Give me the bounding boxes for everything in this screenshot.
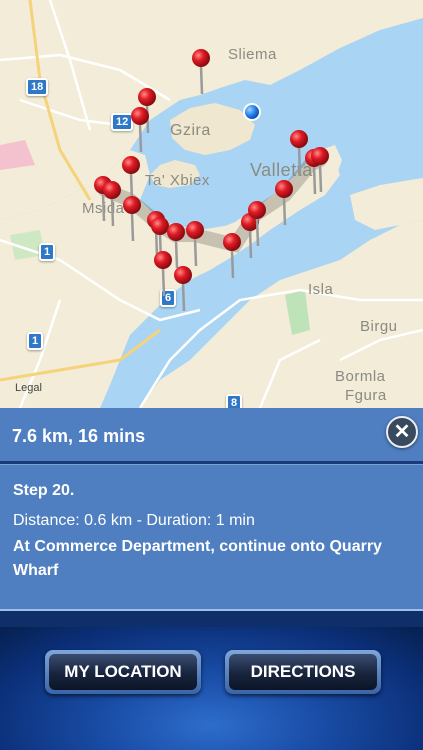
my-location-button[interactable]: MY LOCATION	[49, 654, 197, 690]
pin-needle	[297, 146, 302, 176]
pin-needle	[161, 267, 166, 297]
map-pin-icon[interactable]	[123, 196, 141, 214]
pin-needle	[181, 282, 186, 312]
map-pin-icon[interactable]	[311, 147, 329, 165]
pin-needle	[230, 249, 235, 279]
map-pin-icon[interactable]	[223, 233, 241, 251]
map-pin-icon[interactable]	[186, 221, 204, 239]
step-instruction: At Commerce Department, continue onto Qu…	[13, 538, 382, 579]
map-pin-icon[interactable]	[122, 156, 140, 174]
map-pin-icon[interactable]	[103, 181, 121, 199]
pin-needle	[110, 197, 115, 227]
map-pin-icon[interactable]	[138, 88, 156, 106]
map-pin-icon[interactable]	[154, 251, 172, 269]
close-icon[interactable]: ✕	[386, 416, 418, 448]
map-pin-icon[interactable]	[192, 49, 210, 67]
directions-button[interactable]: DIRECTIONS	[229, 654, 377, 690]
pin-needle	[199, 65, 204, 95]
pin-needle	[255, 217, 260, 247]
pin-needle	[193, 237, 198, 267]
pin-needle	[282, 196, 287, 226]
pin-needle	[174, 239, 179, 269]
divider	[0, 609, 423, 627]
step-distance-duration: Distance: 0.6 km - Duration: 1 min	[13, 512, 255, 529]
pin-needle	[130, 212, 135, 242]
map-pin-icon[interactable]	[151, 217, 169, 235]
divider	[0, 464, 423, 465]
user-location-dot	[243, 103, 261, 121]
map-pin-icon[interactable]	[275, 180, 293, 198]
pin-needle	[318, 163, 323, 193]
map-pin-icon[interactable]	[174, 266, 192, 284]
route-summary: 7.6 km, 16 mins	[12, 426, 146, 446]
map-view[interactable]: Sliema Gzira Ta' Xbiex Valletta Isla Bir…	[0, 0, 423, 408]
map-pin-icon[interactable]	[167, 223, 185, 241]
pin-needle	[312, 165, 317, 195]
step-title: Step 20.	[13, 482, 75, 499]
pin-needle	[101, 192, 106, 222]
map-pin-icon[interactable]	[248, 201, 266, 219]
map-pin-icon[interactable]	[131, 107, 149, 125]
legal-link[interactable]: Legal	[15, 382, 42, 394]
pins-layer	[94, 49, 329, 312]
map-pin-icon[interactable]	[290, 130, 308, 148]
pin-needle	[248, 229, 253, 259]
pin-needle	[138, 123, 143, 153]
